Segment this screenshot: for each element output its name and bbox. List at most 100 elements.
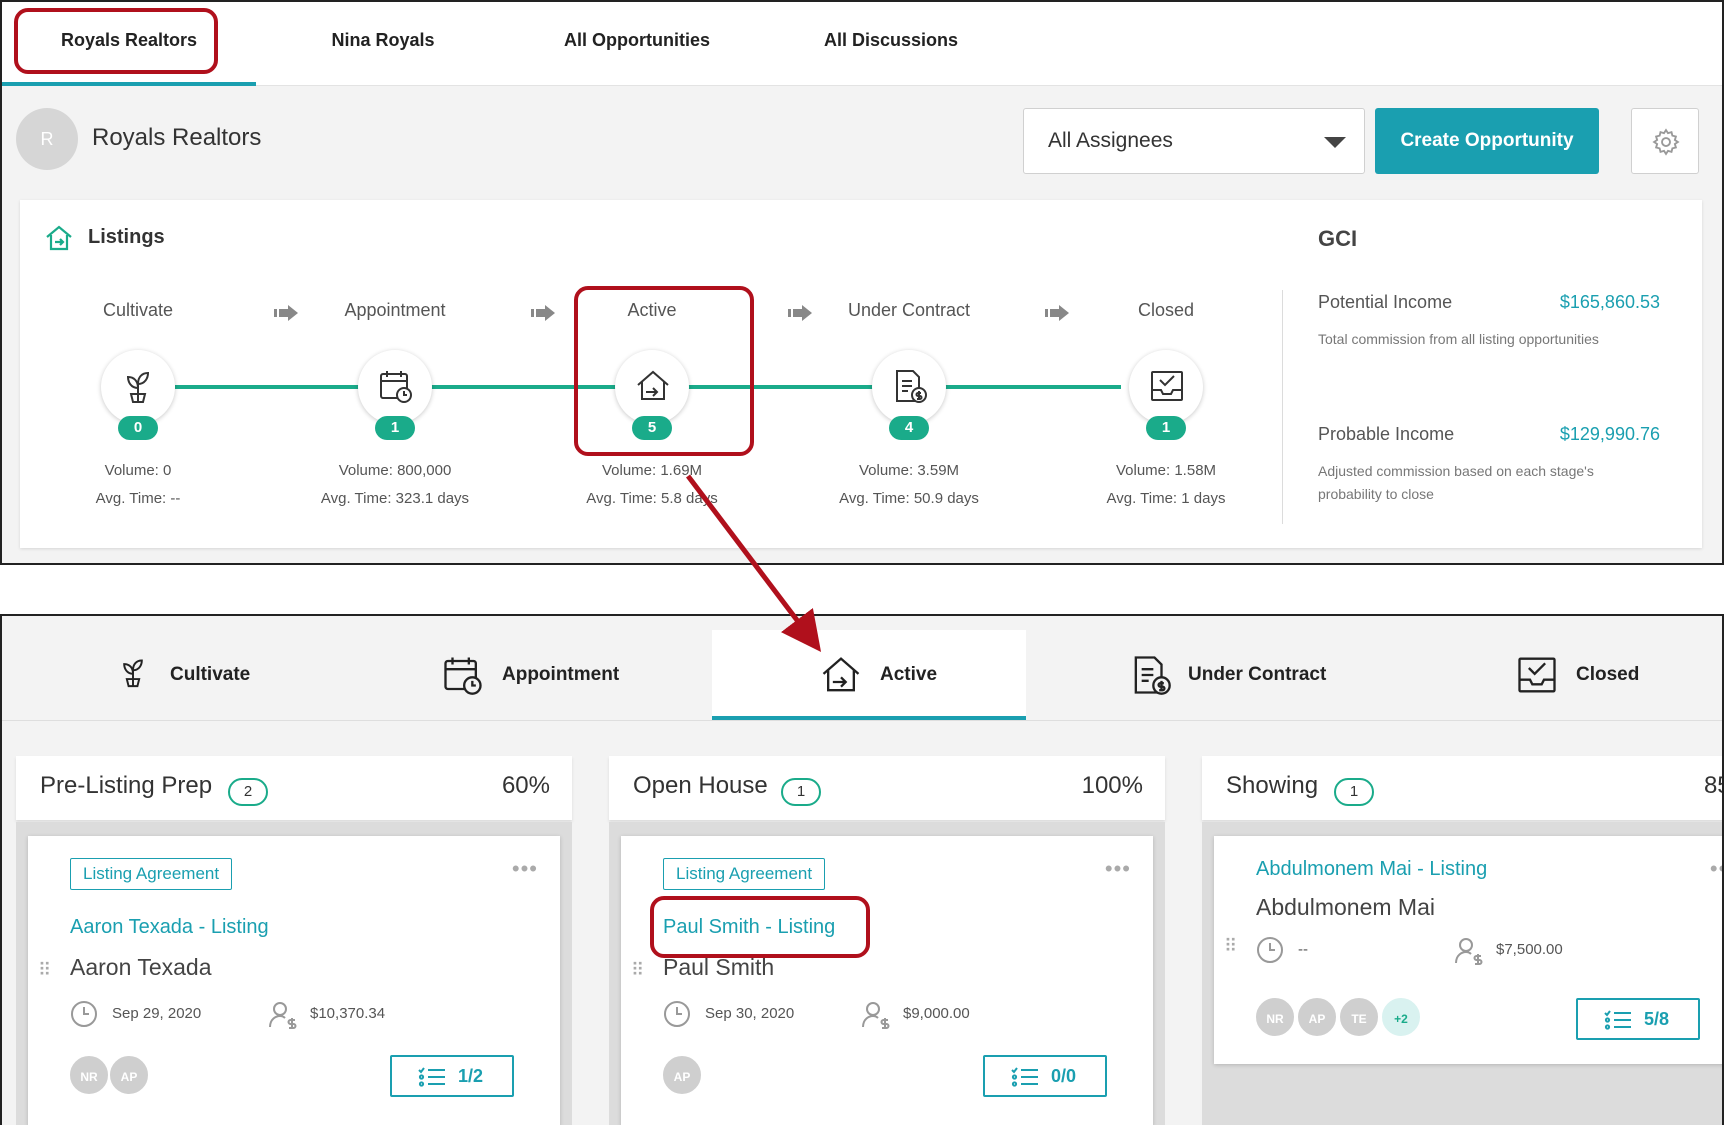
more-options-icon[interactable]: •••: [512, 856, 538, 882]
card-date: Sep 29, 2020: [112, 1005, 202, 1022]
tab-all-discussions[interactable]: All Discussions: [764, 2, 1018, 86]
create-opportunity-button[interactable]: Create Opportunity: [1375, 108, 1599, 174]
stage-node-under-contract[interactable]: [872, 350, 946, 424]
tab-cultivate[interactable]: Cultivate: [102, 630, 292, 720]
card-date: Sep 30, 2020: [705, 1005, 795, 1022]
person-dollar-icon: [1455, 938, 1483, 965]
probable-income-description: Adjusted commission based on each stage'…: [1318, 463, 1594, 502]
highlight-box-opportunity: [650, 896, 870, 958]
tab-label: Appointment: [502, 664, 620, 685]
stage-count-badge: 4: [889, 416, 929, 440]
inbox-check-icon: [1151, 371, 1183, 401]
stage-volume: Volume: 1.69M: [601, 462, 703, 479]
avatar: TE: [1338, 996, 1380, 1038]
potential-income-value: $165,860.53: [1559, 292, 1660, 312]
column-title: Pre-Listing Prep: [40, 772, 213, 799]
column-body: ••• Abdulmonem Mai - Listing Abdulmonem …: [1202, 822, 1722, 1125]
clock-icon: [1257, 937, 1283, 963]
potential-income-description: Total commission from all listing opport…: [1318, 331, 1599, 347]
column-title: Showing: [1226, 772, 1319, 799]
plant-icon: [123, 659, 143, 688]
stage-count-badge: 1: [1146, 416, 1186, 440]
tab-divider: [2, 720, 1722, 721]
tab-label: Closed: [1576, 664, 1640, 685]
calendar-clock-icon: [380, 371, 412, 403]
column-count-badge: 1: [781, 778, 821, 806]
tab-all-opportunities[interactable]: All Opportunities: [510, 2, 764, 86]
card-tag: Listing Agreement: [70, 858, 233, 890]
drag-handle-icon[interactable]: ⠿: [1224, 937, 1237, 955]
column-probability: 85%: [1703, 772, 1722, 799]
more-options-icon[interactable]: •••: [1105, 856, 1131, 882]
tab-active[interactable]: Active: [712, 630, 1026, 720]
stage-volume: Volume: 800,000: [338, 462, 452, 479]
tasks-button[interactable]: 1/2: [390, 1055, 514, 1097]
tab-label: Active: [880, 664, 938, 685]
gci-divider: [1282, 290, 1283, 524]
more-assignees-badge[interactable]: +2: [1380, 996, 1422, 1038]
settings-button[interactable]: [1631, 108, 1699, 174]
tasks-count: 5/8: [1644, 1009, 1670, 1029]
stage-count-badge: 0: [118, 416, 158, 440]
column-header-open-house: Open House 1 100%: [609, 756, 1165, 820]
tab-nina-royals[interactable]: Nina Royals: [256, 2, 510, 86]
person-dollar-icon: [269, 1002, 297, 1029]
contact-name: Paul Smith: [663, 954, 775, 980]
stage-label-under-contract: Under Contract: [847, 300, 971, 320]
checklist-icon: [1011, 1067, 1038, 1087]
tab-label: All Opportunities: [564, 30, 710, 50]
stage-node-cultivate[interactable]: [101, 350, 175, 424]
house-arrow-icon: [822, 657, 860, 692]
tab-label: All Discussions: [823, 30, 959, 50]
stage-volume: Volume: 0: [104, 462, 172, 479]
tab-label: Nina Royals: [331, 30, 435, 50]
page-title: Royals Realtors: [92, 124, 262, 151]
avatar: AP: [661, 1054, 703, 1096]
tab-label: Under Contract: [1188, 664, 1327, 685]
assignee-select[interactable]: All Assignees: [1023, 108, 1365, 174]
opportunity-link[interactable]: Abdulmonem Mai - Listing: [1256, 858, 1487, 881]
clock-icon: [664, 1001, 690, 1027]
column-body: Listing Agreement ••• Paul Smith - Listi…: [609, 822, 1165, 1125]
contact-name: Aaron Texada: [70, 954, 212, 980]
column-count-badge: 2: [228, 778, 268, 806]
tab-label: Cultivate: [170, 664, 251, 685]
stage-board-panel: Cultivate Appointment Active Under Contr…: [0, 614, 1724, 1125]
tasks-button[interactable]: 0/0: [983, 1055, 1107, 1097]
header-row: R Royals Realtors All Assignees Create O…: [2, 88, 1722, 188]
stage-volume: Volume: 1.58M: [1115, 462, 1217, 479]
opportunity-card[interactable]: Listing Agreement ••• Paul Smith - Listi…: [621, 836, 1153, 1125]
column-probability: 60%: [501, 772, 550, 799]
stage-avg-time: Avg. Time: --: [95, 490, 181, 507]
tab-appointment[interactable]: Appointment: [434, 630, 644, 720]
card-date: --: [1298, 941, 1308, 958]
opportunity-card[interactable]: ••• Abdulmonem Mai - Listing Abdulmonem …: [1214, 836, 1722, 1064]
tab-under-contract[interactable]: Under Contract: [1126, 630, 1356, 720]
more-options-icon[interactable]: •••: [1710, 856, 1722, 882]
drag-handle-icon[interactable]: ⠿: [631, 961, 644, 979]
stage-node-closed[interactable]: [1129, 350, 1203, 424]
opportunity-link[interactable]: Aaron Texada - Listing: [70, 916, 269, 939]
stage-node-appointment[interactable]: [358, 350, 432, 424]
plant-icon: [126, 371, 150, 403]
checklist-icon: [1604, 1010, 1631, 1030]
avatar: AP: [108, 1054, 150, 1096]
listings-card: Listings Cultivate Appointment Active Un…: [20, 200, 1702, 548]
stage-volume: Volume: 3.59M: [858, 462, 960, 479]
column-header-pre-listing-prep: Pre-Listing Prep 2 60%: [16, 756, 572, 820]
stage-label-appointment: Appointment: [344, 300, 446, 320]
highlight-box-tab: [14, 8, 218, 74]
stage-count-badge: 1: [375, 416, 415, 440]
tasks-count: 0/0: [1051, 1066, 1077, 1086]
avatar: NR: [68, 1054, 110, 1096]
tasks-button[interactable]: 5/8: [1576, 998, 1700, 1040]
assignee-select-value: All Assignees: [1048, 129, 1173, 152]
stage-avg-time: Avg. Time: 5.8 days: [586, 490, 718, 507]
tab-closed[interactable]: Closed: [1514, 630, 1704, 720]
arrow-right-icon: [788, 305, 812, 321]
card-amount: $9,000.00: [903, 1005, 970, 1022]
drag-handle-icon[interactable]: ⠿: [38, 961, 51, 979]
column-header-showing: Showing 1 85%: [1202, 756, 1722, 820]
opportunity-card[interactable]: Listing Agreement ••• Aaron Texada - Lis…: [28, 836, 560, 1125]
stage-avg-time: Avg. Time: 1 days: [1106, 490, 1226, 507]
